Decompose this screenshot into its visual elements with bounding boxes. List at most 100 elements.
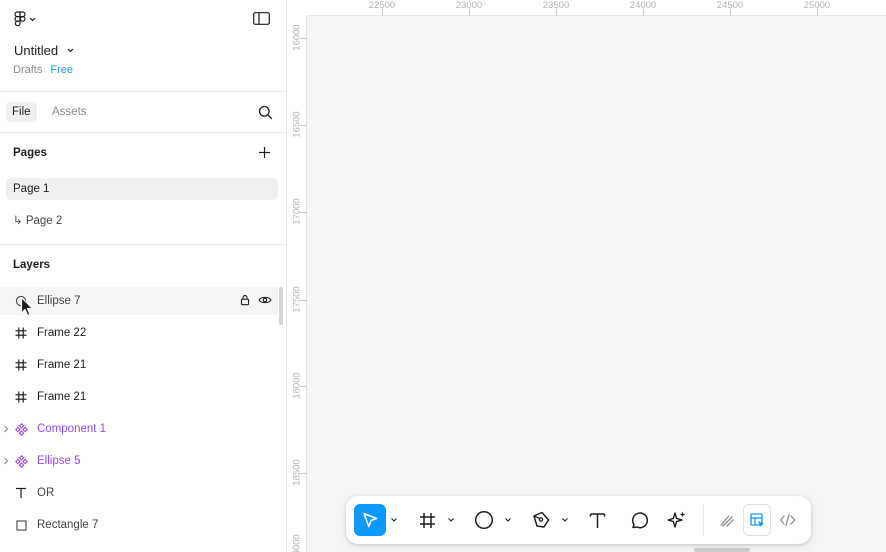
dev-mode-button[interactable]: [773, 504, 801, 536]
toolbar-divider: [703, 504, 704, 536]
search-layers-button[interactable]: [258, 105, 273, 120]
eye-icon[interactable]: [258, 294, 272, 306]
file-name-dropdown[interactable]: Untitled: [14, 43, 74, 58]
draw-mode-button[interactable]: [713, 504, 741, 536]
text-icon: [14, 486, 28, 500]
chevron-down-icon: [67, 48, 74, 53]
canvas-scrollbar[interactable]: [694, 548, 750, 552]
chevron-down-icon[interactable]: [504, 516, 512, 524]
ruler-tick: [300, 300, 307, 301]
ruler-tick: [300, 473, 307, 474]
rectangle-icon: [14, 518, 28, 532]
expand-chevron-icon[interactable]: [3, 457, 9, 465]
comment-tool[interactable]: [622, 504, 654, 536]
ruler-tick: [817, 9, 818, 16]
sparkle-icon: [667, 511, 686, 528]
layer-name: Rectangle 7: [37, 519, 99, 531]
layer-row[interactable]: Ellipse 5: [0, 447, 278, 475]
vertical-ruler: 16000 16500 17000 17500 18000 18500 1900…: [287, 0, 307, 552]
ruler-tick: [556, 9, 557, 16]
divider: [0, 244, 286, 245]
component-icon: [14, 454, 28, 468]
shape-tool[interactable]: [468, 504, 500, 536]
frame-icon: [14, 358, 28, 372]
layer-row[interactable]: Rectangle 7: [0, 511, 278, 539]
text-tool[interactable]: [581, 504, 613, 536]
drafts-link[interactable]: Drafts: [13, 64, 42, 76]
frame-icon: [14, 326, 28, 340]
file-meta: Drafts Free: [13, 64, 73, 76]
tab-assets[interactable]: Assets: [46, 102, 93, 122]
pen-icon: [533, 511, 550, 528]
layer-row[interactable]: Frame 22: [0, 319, 278, 347]
layer-row[interactable]: Frame 21: [0, 351, 278, 379]
app-window: Untitled Drafts Free File Assets Pages P…: [0, 0, 886, 552]
chevron-down-icon[interactable]: [561, 516, 569, 524]
layers-scrollbar[interactable]: [279, 287, 283, 325]
horizontal-ruler: 22500 23000 23500 24000 24500 25000: [307, 0, 886, 16]
left-sidebar: Untitled Drafts Free File Assets Pages P…: [0, 0, 287, 552]
add-page-button[interactable]: [257, 145, 272, 160]
frame-icon: [419, 512, 435, 528]
pages-header: Pages: [13, 147, 47, 159]
ellipse-icon: [14, 294, 28, 308]
ellipse-icon: [474, 510, 494, 530]
sidebar-tabs: File Assets: [0, 92, 286, 132]
move-tool[interactable]: [354, 504, 386, 536]
expand-chevron-icon[interactable]: [3, 425, 9, 433]
main-menu-button[interactable]: [14, 10, 42, 28]
file-name: Untitled: [14, 43, 59, 58]
canvas[interactable]: 16000 16500 17000 17500 18000 18500 1900…: [287, 0, 886, 552]
layer-row[interactable]: Frame 21: [0, 383, 278, 411]
ruler-corner: [287, 0, 307, 16]
layer-row[interactable]: Ellipse 7: [0, 287, 278, 315]
design-mode-icon: [750, 513, 764, 527]
toggle-sidebar-button[interactable]: [253, 12, 270, 25]
draw-scribble-icon: [720, 515, 734, 527]
ruler-tick: [730, 9, 731, 16]
code-brackets-icon: [779, 513, 795, 527]
ruler-label: 19000: [291, 534, 303, 552]
ruler-tick: [300, 386, 307, 387]
search-icon: [258, 105, 273, 120]
layer-name: Frame 21: [37, 391, 87, 403]
chevron-down-icon: [29, 17, 36, 21]
layers-header: Layers: [13, 259, 51, 271]
page-label: Page 2: [25, 215, 63, 227]
divider: [0, 132, 286, 133]
lock-icon[interactable]: [239, 294, 251, 306]
frame-tool[interactable]: [411, 504, 443, 536]
layer-name: Component 1: [37, 423, 107, 435]
nested-page-arrow: ↳: [13, 215, 23, 227]
comment-bubble-icon: [631, 511, 648, 528]
ruler-tick: [300, 125, 307, 126]
chevron-down-icon[interactable]: [390, 516, 398, 524]
page-item[interactable]: Page 1: [6, 178, 278, 200]
layer-name: Ellipse 5: [37, 455, 81, 467]
sidebar-panel-icon: [253, 12, 270, 25]
sidebar-topbar: [0, 0, 286, 36]
layer-name: Frame 22: [37, 327, 87, 339]
layer-row[interactable]: OR: [0, 479, 278, 507]
component-icon: [14, 422, 28, 436]
tab-file[interactable]: File: [6, 102, 37, 122]
layer-name: OR: [37, 487, 55, 499]
ruler-tick: [382, 9, 383, 16]
design-mode-button[interactable]: [743, 504, 771, 536]
layer-name: Frame 21: [37, 359, 87, 371]
ruler-tick: [469, 9, 470, 16]
plan-badge[interactable]: Free: [50, 64, 73, 76]
cursor-arrow-icon: [363, 512, 378, 528]
actions-tool[interactable]: [661, 504, 693, 536]
plus-icon: [259, 147, 270, 158]
pen-tool[interactable]: [525, 504, 557, 536]
page-item[interactable]: ↳ Page 2: [6, 210, 278, 232]
page-label: Page 1: [13, 183, 50, 195]
ruler-tick: [300, 212, 307, 213]
layer-row[interactable]: Component 1: [0, 415, 278, 443]
ruler-tick: [300, 38, 307, 39]
layer-actions: [239, 294, 272, 306]
chevron-down-icon[interactable]: [447, 516, 455, 524]
bottom-toolbar: [346, 496, 811, 544]
frame-icon: [14, 390, 28, 404]
